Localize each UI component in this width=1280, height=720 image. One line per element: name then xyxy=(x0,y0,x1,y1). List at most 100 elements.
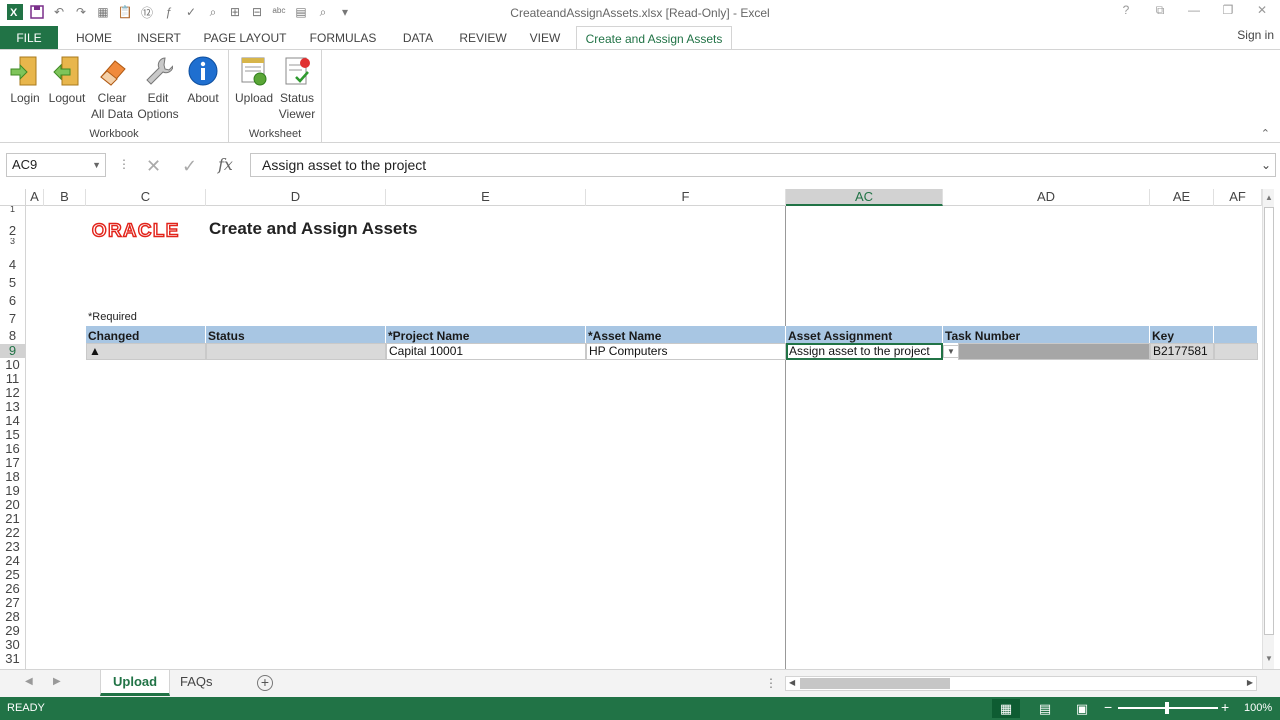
cell-dropdown-icon[interactable]: ▼ xyxy=(943,345,959,358)
about-button[interactable]: About xyxy=(182,54,224,106)
help-icon[interactable]: ? xyxy=(1116,3,1136,18)
zoom-out-icon[interactable]: − xyxy=(1104,699,1112,715)
insert-function-icon[interactable]: fx xyxy=(218,155,233,174)
cell-changed[interactable]: ▲ xyxy=(86,343,206,360)
header-status[interactable]: Status xyxy=(206,326,386,343)
upload-button[interactable]: Upload xyxy=(233,54,275,106)
sheet-tab-upload[interactable]: Upload xyxy=(100,670,171,696)
sign-in-link[interactable]: Sign in xyxy=(1237,28,1274,42)
row-header[interactable]: 11 xyxy=(0,372,25,386)
header-task-number[interactable]: Task Number xyxy=(943,326,1150,343)
scroll-down-icon[interactable]: ▼ xyxy=(1263,654,1275,663)
collapse-ribbon-icon[interactable]: ⌃ xyxy=(1261,127,1270,140)
sheet-prev-icon[interactable]: ◀ xyxy=(25,676,33,687)
horizontal-scrollbar[interactable]: ◀ ▶ xyxy=(785,676,1257,691)
tab-formulas[interactable]: FORMULAS xyxy=(302,26,384,50)
column-header[interactable]: D xyxy=(206,189,386,206)
header-key[interactable]: Key xyxy=(1150,326,1214,343)
clear-all-data-button[interactable]: Clear All Data xyxy=(89,54,135,122)
sheet-next-icon[interactable]: ▶ xyxy=(53,676,61,687)
scroll-left-icon[interactable]: ◀ xyxy=(789,678,795,687)
row-header[interactable]: 7 xyxy=(0,312,25,326)
row-header[interactable]: 25 xyxy=(0,568,25,582)
column-header[interactable]: C xyxy=(86,189,206,206)
logout-button[interactable]: Logout xyxy=(46,54,88,106)
row-header[interactable]: 14 xyxy=(0,414,25,428)
row-header[interactable]: 29 xyxy=(0,624,25,638)
row-header[interactable]: 24 xyxy=(0,554,25,568)
cell-asset-name[interactable]: HP Computers xyxy=(586,343,786,360)
sheet-tab-faqs[interactable]: FAQs xyxy=(168,670,225,696)
column-header[interactable]: E xyxy=(386,189,586,206)
vertical-scroll-thumb[interactable] xyxy=(1264,207,1274,635)
edit-options-button[interactable]: Edit Options xyxy=(136,54,180,122)
row-header[interactable]: 19 xyxy=(0,484,25,498)
row-header[interactable]: 30 xyxy=(0,638,25,652)
row-header[interactable]: 28 xyxy=(0,610,25,624)
row-header[interactable]: 20 xyxy=(0,498,25,512)
cell-status[interactable] xyxy=(206,343,386,360)
tab-review[interactable]: REVIEW xyxy=(452,26,514,50)
page-break-view-icon[interactable]: ▣ xyxy=(1068,699,1096,718)
row-header[interactable]: 18 xyxy=(0,470,25,484)
column-header[interactable]: AF xyxy=(1214,189,1262,206)
close-icon[interactable]: ✕ xyxy=(1252,3,1272,18)
row-header[interactable]: 4 xyxy=(0,258,25,272)
name-box[interactable]: AC9 ▼ xyxy=(6,153,106,177)
cell-task-number[interactable] xyxy=(958,343,1150,360)
tab-insert[interactable]: INSERT xyxy=(130,26,188,50)
enter-icon[interactable]: ✓ xyxy=(182,156,197,177)
scroll-right-icon[interactable]: ▶ xyxy=(1247,678,1253,687)
zoom-slider-thumb[interactable] xyxy=(1165,702,1169,714)
page-layout-view-icon[interactable]: ▤ xyxy=(1031,699,1059,718)
formula-input[interactable]: Assign asset to the project ⌄ xyxy=(250,153,1276,177)
row-header[interactable]: 21 xyxy=(0,512,25,526)
normal-view-icon[interactable]: ▦ xyxy=(992,699,1020,718)
cancel-icon[interactable]: ✕ xyxy=(146,156,161,177)
cell-project-name[interactable]: Capital 10001 xyxy=(386,343,586,360)
header-project-name[interactable]: *Project Name xyxy=(386,326,586,343)
tab-view[interactable]: VIEW xyxy=(522,26,568,50)
column-header[interactable]: AE xyxy=(1150,189,1214,206)
row-header[interactable]: 26 xyxy=(0,582,25,596)
row-header[interactable]: 2 xyxy=(0,224,25,238)
row-header-selected[interactable]: 9 xyxy=(0,344,25,358)
row-header[interactable]: 22 xyxy=(0,526,25,540)
name-box-dropdown-icon[interactable]: ▼ xyxy=(92,154,101,176)
tab-split-grip-icon[interactable]: ⋮ xyxy=(765,676,777,690)
column-header-selected[interactable]: AC xyxy=(786,189,943,206)
cell-extra[interactable] xyxy=(1214,343,1258,360)
horizontal-scroll-thumb[interactable] xyxy=(800,678,950,689)
vertical-scrollbar[interactable]: ▲ ▼ xyxy=(1262,189,1274,669)
tab-create-and-assign-assets[interactable]: Create and Assign Assets xyxy=(576,26,732,51)
row-header[interactable]: 17 xyxy=(0,456,25,470)
login-button[interactable]: Login xyxy=(5,54,45,106)
row-header[interactable]: 13 xyxy=(0,400,25,414)
header-asset-name[interactable]: *Asset Name xyxy=(586,326,786,343)
header-extra[interactable] xyxy=(1214,326,1258,343)
tab-home[interactable]: HOME xyxy=(66,26,122,50)
cell-key[interactable]: B2177581 xyxy=(1150,343,1214,360)
tab-data[interactable]: DATA xyxy=(392,26,444,50)
zoom-in-icon[interactable]: + xyxy=(1221,699,1229,715)
row-header[interactable]: 15 xyxy=(0,428,25,442)
new-sheet-icon[interactable]: + xyxy=(257,675,273,691)
row-header[interactable]: 16 xyxy=(0,442,25,456)
column-header[interactable]: A xyxy=(26,189,44,206)
zoom-level[interactable]: 100% xyxy=(1244,702,1272,714)
column-header[interactable]: B xyxy=(44,189,86,206)
row-header[interactable]: 10 xyxy=(0,358,25,372)
row-header[interactable]: 31 xyxy=(0,652,25,666)
cell-asset-assignment[interactable]: Assign asset to the project xyxy=(786,343,943,360)
minimize-icon[interactable]: — xyxy=(1184,3,1204,18)
header-changed[interactable]: Changed xyxy=(86,326,206,343)
restore-icon[interactable]: ❐ xyxy=(1218,3,1238,18)
row-header[interactable]: 8 xyxy=(0,329,25,343)
row-header[interactable]: 12 xyxy=(0,386,25,400)
row-header[interactable]: 1 xyxy=(0,206,25,212)
row-header[interactable]: 5 xyxy=(0,276,25,290)
tab-file[interactable]: FILE xyxy=(0,26,58,50)
column-header[interactable]: AD xyxy=(943,189,1150,206)
select-all-corner[interactable] xyxy=(0,189,26,206)
row-header[interactable]: 27 xyxy=(0,596,25,610)
